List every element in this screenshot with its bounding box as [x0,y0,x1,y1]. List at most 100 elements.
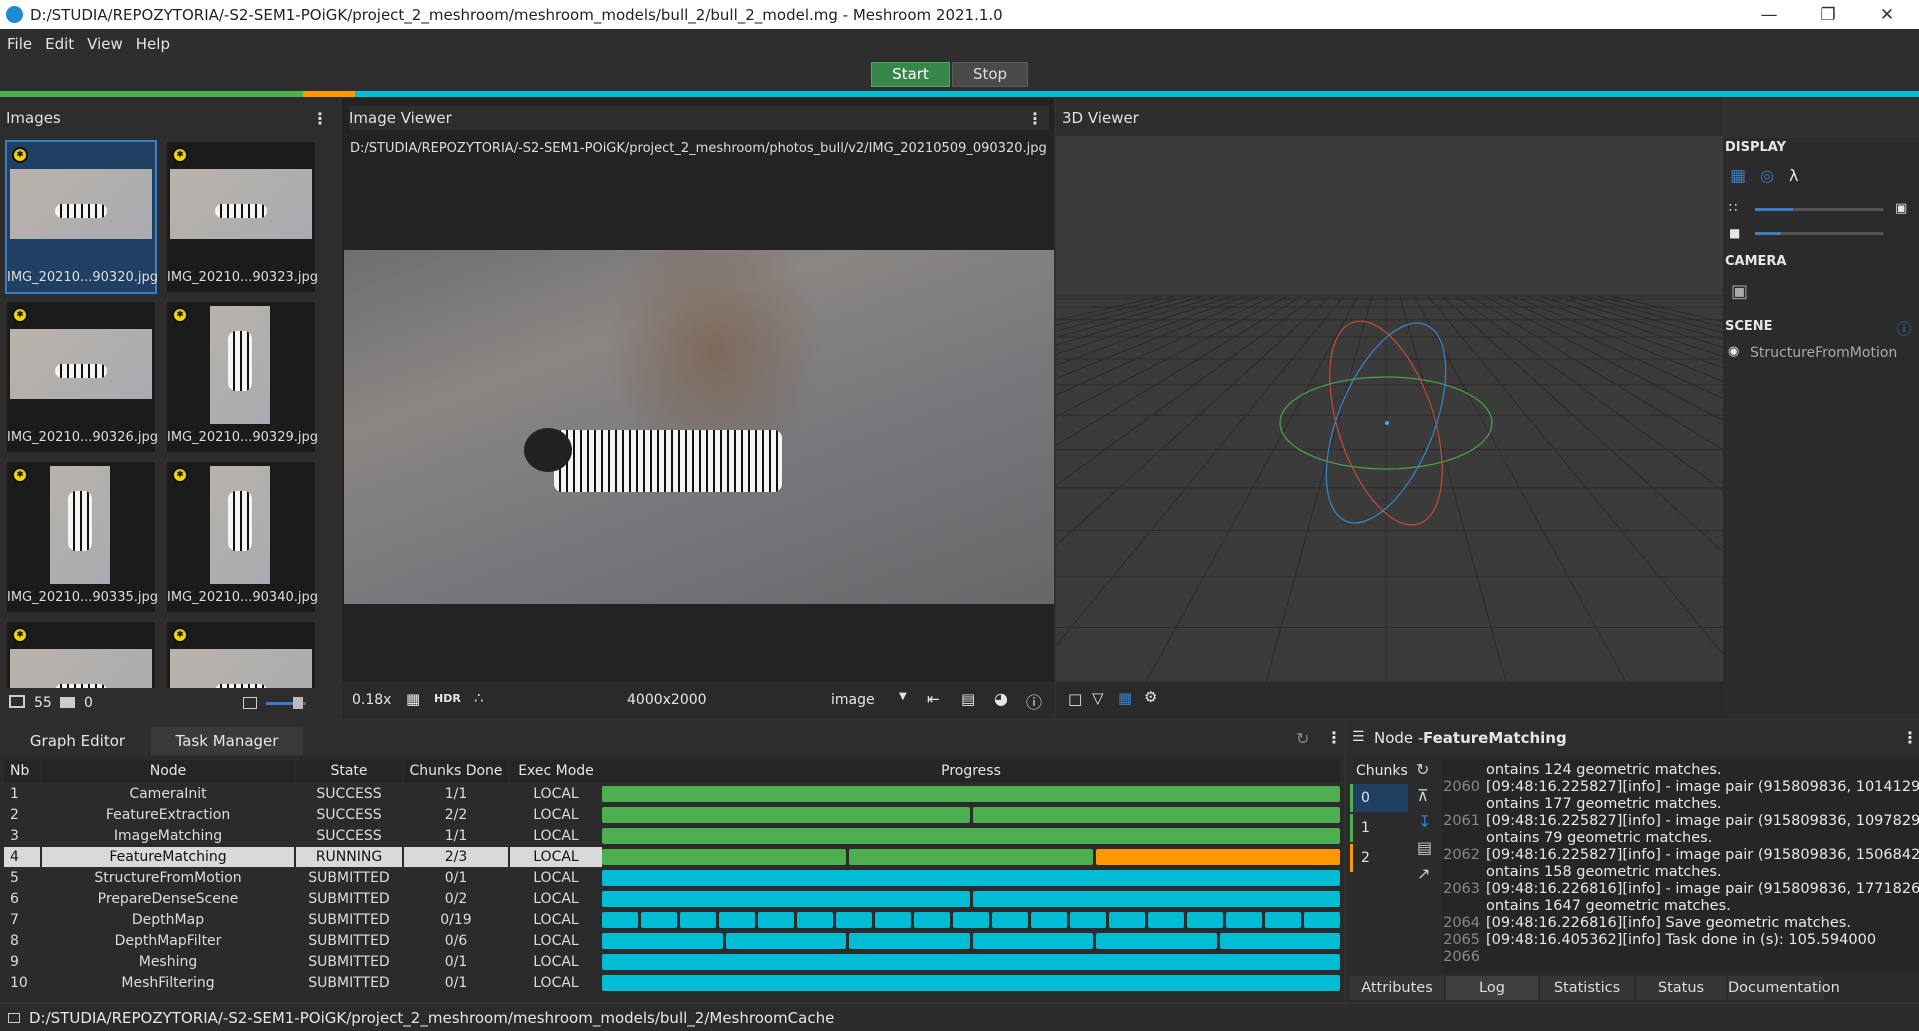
log-output[interactable]: ontains 124 geometric matches. 2060 [09:48… [1442,760,1919,974]
start-button[interactable]: Start [871,62,950,87]
thumbnail-image [170,169,312,239]
task-row[interactable]: 5 StructureFromMotion SUBMITTED 0/1 LOCAL [4,868,1340,888]
stop-button[interactable]: Stop [952,62,1028,87]
log-line: ontains 158 geometric matches. [1442,864,1919,881]
task-cell-done: 1/1 [404,826,508,846]
info-icon[interactable]: ⓘ [1026,689,1042,713]
column-header[interactable]: Nb [4,760,40,782]
metadata-icon[interactable]: ⇤ [927,690,940,708]
node-menu-icon[interactable]: ⋮ [1902,728,1918,747]
chunks-label: Chunks [1356,763,1408,779]
open-external-icon[interactable]: ↗ [1417,864,1430,883]
log-line-number: 2062 [1443,847,1480,863]
task-manager-menu-icon[interactable]: ⋮ [1326,728,1342,747]
viewer-image[interactable] [344,250,1054,604]
image-thumbnail[interactable]: ✱ IMG_20210...90323.jpg [167,142,318,292]
scene-info-icon[interactable]: ⓘ [1897,319,1911,339]
image-thumbnail[interactable]: ✱ IMG_20210...90329.jpg [167,302,318,452]
tab-task-manager[interactable]: Task Manager [151,727,303,755]
globe-icon[interactable]: ◕ [994,689,1008,708]
images-menu-icon[interactable]: ⋮ [312,109,328,128]
menu-file[interactable]: File [0,35,38,53]
chunk-item[interactable]: 2 [1350,844,1408,872]
chunk-progress-bar [602,975,1340,991]
skeleton-icon[interactable]: λ [1789,166,1798,185]
node-tab-status[interactable]: Status [1636,976,1726,1000]
zoom-level: 0.18x [352,692,392,708]
fit-icon[interactable]: ▣ [1895,201,1907,216]
thumbnail-size-slider[interactable] [266,697,306,709]
node-tab-documentation[interactable]: Documentation [1728,976,1840,1000]
viewer3d-panel[interactable]: 3D Viewer □ ▽ ▦ ⚙ [1056,98,1723,718]
zebra-head [524,428,572,472]
copy-log-icon[interactable]: ▤ [1417,838,1432,857]
scroll-bottom-icon[interactable]: ↧ [1418,812,1431,831]
restore-icon[interactable]: ❐ [1803,0,1853,29]
visibility-eye-icon[interactable]: ◉ [1728,344,1739,359]
task-row[interactable]: 10 MeshFiltering SUBMITTED 0/1 LOCAL [4,973,1340,993]
chunk-item[interactable]: 1 [1350,814,1408,842]
refresh-icon[interactable]: ↻ [1296,729,1309,748]
hdr-toggle[interactable]: HDR [434,692,461,705]
camera-scale-slider[interactable] [1755,232,1883,235]
log-line-text: ontains 177 geometric matches. [1486,796,1722,812]
task-row[interactable]: 3 ImageMatching SUCCESS 1/1 LOCAL [4,826,1340,846]
column-header[interactable]: Exec Mode [510,760,602,782]
log-line-text: ontains 124 geometric matches. [1486,762,1722,778]
task-row[interactable]: 4 FeatureMatching RUNNING 2/3 LOCAL [4,847,1340,867]
channel-select[interactable]: image [831,692,875,708]
column-header[interactable]: Progress [602,760,1340,782]
image-thumbnail[interactable]: ✱ [7,622,155,688]
histogram-icon[interactable]: ▤ [961,690,975,708]
settings-icon[interactable]: ⚙ [1144,688,1157,706]
channel-dropdown-icon[interactable]: ▼ [899,691,907,702]
task-cell-state: RUNNING [296,847,402,867]
chunk-item[interactable]: 0 [1350,784,1408,812]
column-header[interactable]: Node [42,760,294,782]
image-thumbnail[interactable]: ✱ IMG_20210...90340.jpg [167,462,318,612]
image-thumbnail[interactable]: ✱ IMG_20210...90335.jpg [7,462,158,612]
image-thumbnail[interactable]: ✱ IMG_20210...90320.jpg [5,140,158,294]
task-cell-nb: 3 [4,826,40,846]
log-line: 2064 [09:48:16.226816][info] Save geometr… [1442,915,1919,932]
task-row[interactable]: 1 CameraInit SUCCESS 1/1 LOCAL [4,784,1340,804]
task-row[interactable]: 2 FeatureExtraction SUCCESS 2/2 LOCAL [4,805,1340,825]
point-size-slider[interactable] [1755,208,1883,211]
features-icon[interactable]: ∴ [474,689,484,707]
column-header[interactable]: State [296,760,402,782]
menu-help[interactable]: Help [129,35,176,53]
task-row[interactable]: 6 PrepareDenseScene SUBMITTED 0/2 LOCAL [4,889,1340,909]
scene-item-sfm[interactable]: StructureFromMotion [1750,345,1897,361]
menu-view[interactable]: View [80,35,129,53]
task-cell-done: 2/3 [404,847,508,867]
viewer3d-canvas[interactable] [1056,136,1723,682]
menu-bar: File Edit View Help [0,29,1919,58]
task-row[interactable]: 8 DepthMapFilter SUBMITTED 0/6 LOCAL [4,931,1340,951]
target-icon[interactable]: ◎ [1760,166,1774,185]
reload-log-icon[interactable]: ↻ [1416,760,1429,779]
node-tab-statistics[interactable]: Statistics [1540,976,1634,1000]
task-cell-nb: 4 [4,847,40,867]
camera-icon[interactable]: ▣ [1731,281,1748,302]
chunk-progress-bar [972,891,1340,907]
image-thumbnail[interactable]: ✱ IMG_20210...90326.jpg [7,302,158,452]
tab-graph-editor[interactable]: Graph Editor [6,727,149,755]
chunk-progress-bar [1031,912,1067,928]
grid-icon[interactable]: ▦ [1118,689,1132,707]
minimize-icon[interactable]: — [1744,0,1794,29]
hatch-icon[interactable]: ▦ [406,690,420,708]
node-tab-attributes[interactable]: Attributes [1350,976,1444,1000]
thumbnail-image [50,466,110,584]
scroll-top-icon[interactable]: ⊼ [1417,786,1429,805]
image-viewer-menu-icon[interactable]: ⋮ [1027,109,1043,128]
menu-edit[interactable]: Edit [38,35,80,53]
bbox-icon[interactable]: □ [1068,690,1082,708]
close-icon[interactable]: ✕ [1862,0,1912,29]
task-row[interactable]: 7 DepthMap SUBMITTED 0/19 LOCAL [4,910,1340,930]
grid-display-icon[interactable]: ▦ [1730,166,1746,186]
image-thumbnail[interactable]: ✱ [167,622,315,688]
column-header[interactable]: Chunks Done [404,760,508,782]
node-tab-log[interactable]: Log [1446,976,1538,1000]
task-row[interactable]: 9 Meshing SUBMITTED 0/1 LOCAL [4,952,1340,972]
filter-icon[interactable]: ▽ [1092,689,1104,707]
